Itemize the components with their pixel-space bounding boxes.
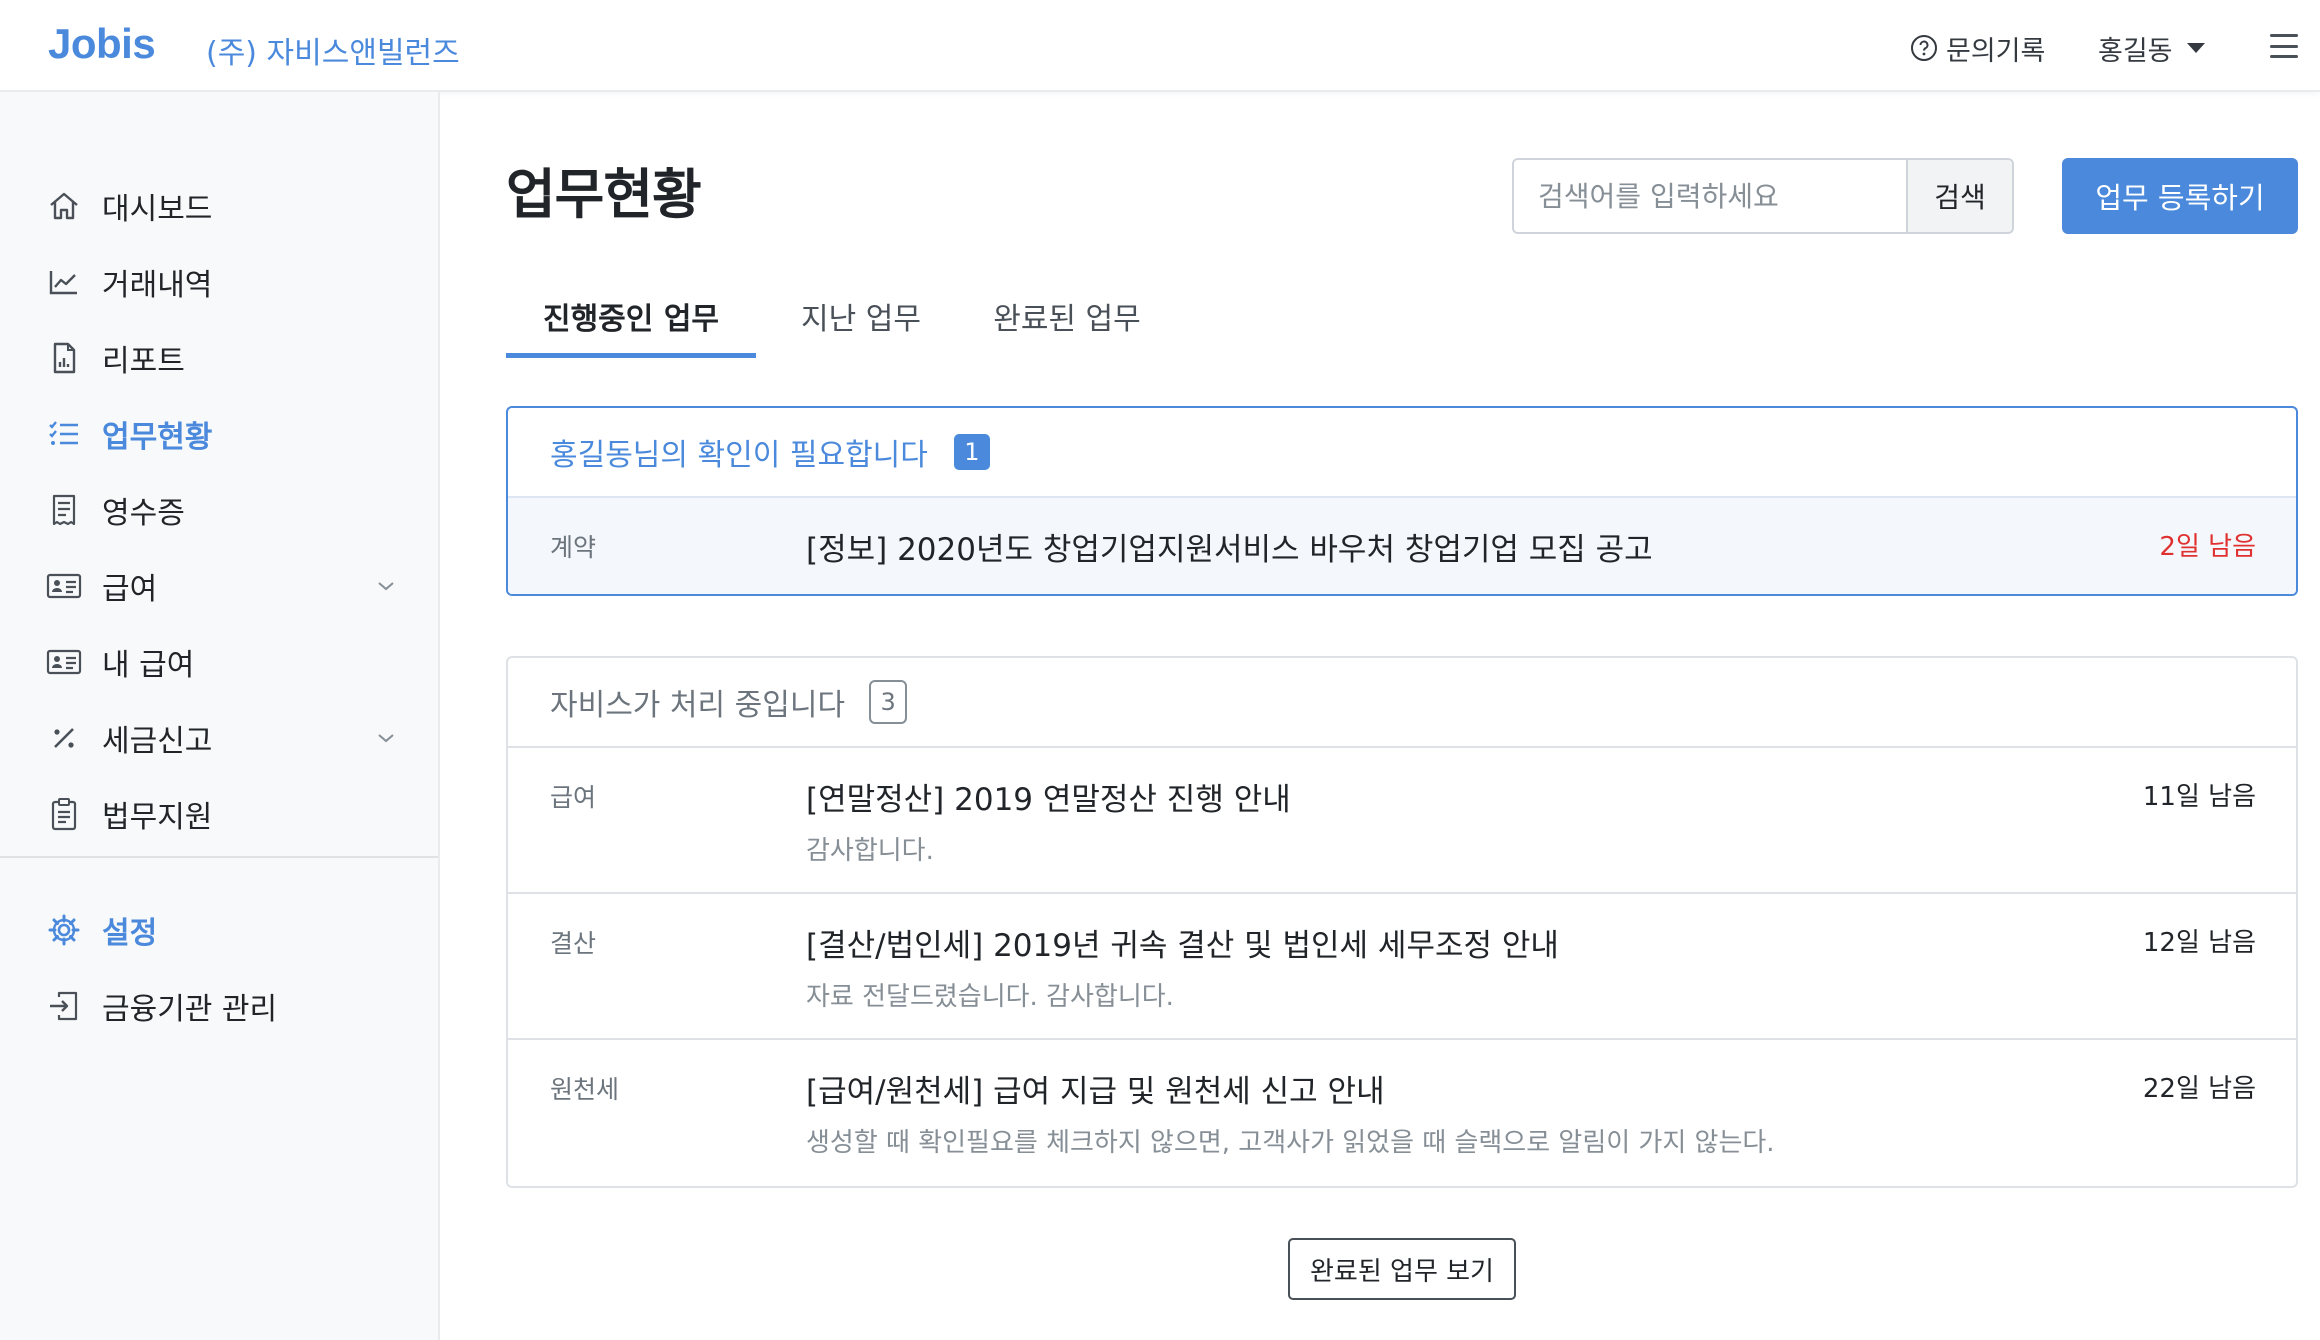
view-completed-button[interactable]: 완료된 업무 보기 (1288, 1238, 1516, 1300)
task-row[interactable]: 결산 [결산/법인세] 2019년 귀속 결산 및 법인세 세무조정 안내 자료… (508, 894, 2296, 1040)
task-description: 생성할 때 확인필요를 체크하지 않으면, 고객사가 읽었을 때 슬랙으로 알림… (806, 1128, 1775, 1158)
task-tabs: 진행중인 업무 지난 업무 완료된 업무 (506, 282, 2298, 358)
search-bar: 검색 (1512, 158, 2014, 234)
tab-completed[interactable]: 완료된 업무 (972, 282, 1162, 358)
card-header: 자비스가 처리 중입니다 3 (508, 658, 2296, 748)
sidebar-divider (0, 856, 438, 858)
sidebar-item-tasks[interactable]: 업무현황 (46, 406, 416, 462)
question-circle-icon (1910, 34, 1938, 62)
sidebar-item-settings[interactable]: 설정 (46, 902, 416, 958)
sidebar-item-label: 거래내역 (102, 268, 213, 303)
page-title: 업무현황 (506, 163, 702, 226)
sidebar-item-label: 금융기관 관리 (102, 992, 278, 1027)
task-due: 12일 남음 (2142, 928, 2256, 958)
sidebar-item-tax-filing[interactable]: 세금신고 (46, 710, 416, 766)
user-name: 홍길동 (2098, 35, 2173, 67)
task-description: 감사합니다. (806, 836, 934, 866)
task-due: 2일 남음 (2159, 532, 2256, 562)
confirm-needed-card: 홍길동님의 확인이 필요합니다 1 계약 [정보] 2020년도 창업기업지원서… (506, 406, 2298, 596)
bank-login-icon (46, 988, 82, 1024)
register-task-button[interactable]: 업무 등록하기 (2062, 158, 2298, 234)
top-header: Jobis (주) 자비스앤빌런즈 문의기록 홍길동 (0, 0, 2320, 92)
card-title: 홍길동님의 확인이 필요합니다 (550, 438, 928, 473)
sidebar-item-dashboard[interactable]: 대시보드 (46, 178, 416, 234)
home-icon (46, 188, 82, 224)
clipboard-icon (46, 796, 82, 832)
user-menu-dropdown[interactable]: 홍길동 (2098, 30, 2205, 67)
tab-in-progress[interactable]: 진행중인 업무 (506, 282, 756, 358)
task-category: 결산 (550, 929, 597, 958)
sidebar-item-transactions[interactable]: 거래내역 (46, 254, 416, 310)
count-badge: 1 (953, 434, 990, 470)
inquiry-history-link[interactable]: 문의기록 (1910, 30, 2046, 67)
tab-past[interactable]: 지난 업무 (786, 282, 936, 358)
chevron-down-icon (376, 728, 396, 748)
receipt-icon (46, 492, 82, 528)
task-row[interactable]: 계약 [정보] 2020년도 창업기업지원서비스 바우처 창업기업 모집 공고 … (508, 498, 2296, 594)
task-row[interactable]: 급여 [연말정산] 2019 연말정산 진행 안내 감사합니다. 11일 남음 (508, 748, 2296, 894)
task-category: 급여 (550, 783, 597, 812)
sidebar-item-label: 대시보드 (102, 192, 213, 227)
sidebar-item-label: 세금신고 (102, 724, 213, 759)
sidebar-item-legal-support[interactable]: 법무지원 (46, 786, 416, 842)
search-input[interactable] (1514, 160, 1906, 232)
card-title: 자비스가 처리 중입니다 (550, 688, 846, 723)
list-check-icon (46, 416, 82, 452)
task-due: 11일 남음 (2142, 782, 2256, 812)
sidebar-item-my-payroll[interactable]: 내 급여 (46, 634, 416, 690)
sidebar-item-payroll[interactable]: 급여 (46, 558, 416, 614)
task-title: [연말정산] 2019 연말정산 진행 안내 (806, 782, 1291, 818)
caret-down-icon (2186, 43, 2205, 53)
inquiry-label: 문의기록 (1946, 35, 2046, 67)
chevron-down-icon (376, 576, 396, 596)
card-header: 홍길동님의 확인이 필요합니다 1 (508, 408, 2296, 498)
jobis-logo[interactable]: Jobis (48, 20, 156, 68)
sidebar-item-label: 내 급여 (102, 648, 195, 683)
sidebar-item-label: 업무현황 (102, 420, 213, 455)
task-row[interactable]: 원천세 [급여/원천세] 급여 지급 및 원천세 신고 안내 생성할 때 확인필… (508, 1040, 2296, 1186)
hamburger-menu-icon[interactable] (2270, 34, 2298, 58)
task-due: 22일 남음 (2142, 1074, 2256, 1104)
sidebar-item-label: 법무지원 (102, 800, 213, 835)
task-category: 계약 (550, 533, 597, 562)
sidebar-item-label: 리포트 (102, 344, 185, 379)
gear-icon (46, 912, 82, 948)
id-card-icon (46, 644, 82, 680)
sidebar-item-bank-management[interactable]: 금융기관 관리 (46, 978, 416, 1034)
sidebar-item-label: 급여 (102, 572, 158, 607)
task-title: [정보] 2020년도 창업기업지원서비스 바우처 창업기업 모집 공고 (806, 532, 1653, 568)
processing-card: 자비스가 처리 중입니다 3 급여 [연말정산] 2019 연말정산 진행 안내… (506, 656, 2298, 1188)
sidebar-item-report[interactable]: 리포트 (46, 330, 416, 386)
task-description: 자료 전달드렸습니다. 감사합니다. (806, 982, 1174, 1012)
chart-line-icon (46, 264, 82, 300)
percent-icon (46, 720, 82, 756)
sidebar-item-label: 영수증 (102, 496, 185, 531)
sidebar-item-receipts[interactable]: 영수증 (46, 482, 416, 538)
search-button[interactable]: 검색 (1906, 160, 2012, 232)
task-title: [결산/법인세] 2019년 귀속 결산 및 법인세 세무조정 안내 (806, 928, 1559, 964)
task-category: 원천세 (550, 1075, 620, 1104)
id-card-icon (46, 568, 82, 604)
report-document-icon (46, 340, 82, 376)
count-badge: 3 (869, 680, 908, 724)
sidebar-item-label: 설정 (102, 916, 158, 951)
company-name: (주) 자비스앤빌런즈 (206, 36, 460, 71)
sidebar: 대시보드 거래내역 리포트 업무현황 영수증 급여 내 급여 세금신고 법무지원… (0, 92, 440, 1340)
task-title: [급여/원천세] 급여 지급 및 원천세 신고 안내 (806, 1074, 1385, 1110)
